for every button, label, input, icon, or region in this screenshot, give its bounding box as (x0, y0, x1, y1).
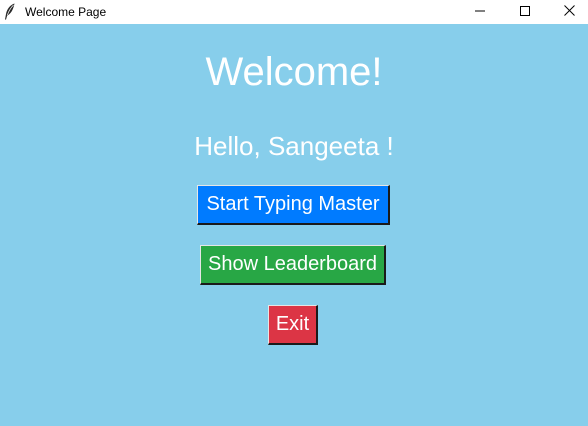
close-button[interactable] (546, 0, 588, 24)
exit-button[interactable]: Exit (268, 305, 318, 345)
minimize-icon (475, 3, 485, 21)
title-bar[interactable]: Welcome Page (0, 0, 588, 24)
greeting-label: Hello, Sangeeta ! (194, 131, 394, 161)
window-title: Welcome Page (25, 5, 107, 19)
close-icon (563, 3, 575, 21)
start-typing-master-button[interactable]: Start Typing Master (197, 185, 390, 225)
page-title: Welcome! (205, 50, 383, 94)
app-window: Welcome Page Welcome! Hello, Sangeeta ! … (0, 0, 588, 426)
feather-icon (4, 3, 16, 20)
minimize-button[interactable] (457, 0, 503, 24)
maximize-button[interactable] (502, 0, 548, 24)
maximize-icon (520, 3, 530, 21)
show-leaderboard-button[interactable]: Show Leaderboard (200, 245, 386, 285)
